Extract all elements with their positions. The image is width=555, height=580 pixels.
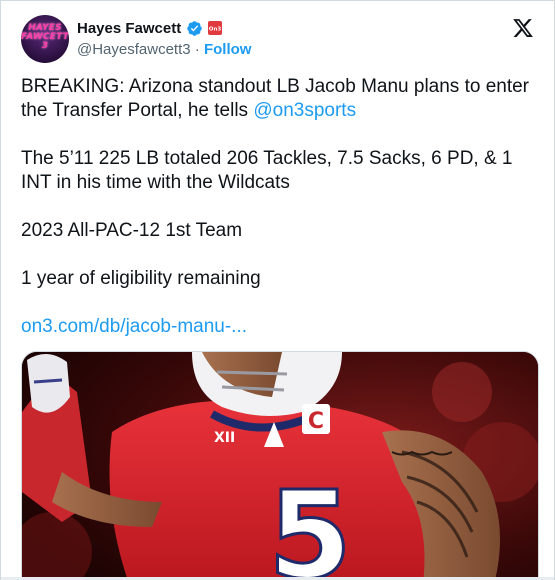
follow-button[interactable]: Follow: [204, 41, 252, 58]
jersey-number-text: 5: [268, 467, 352, 580]
tweet-card: HAYES FAWCETT 3 Hayes Fawcett On3 @Hayes…: [0, 0, 555, 580]
tweet-header: HAYES FAWCETT 3 Hayes Fawcett On3 @Hayes…: [21, 15, 538, 63]
verified-badge-icon: [187, 20, 202, 36]
tweet-paragraph-4: 1 year of eligibility remaining: [21, 268, 261, 289]
affiliation-badge-icon[interactable]: On3: [208, 21, 223, 35]
mention-link[interactable]: @on3sports: [253, 100, 356, 121]
captain-patch-text: C: [308, 409, 324, 434]
handle-row: @Hayesfawcett3 · Follow: [77, 41, 251, 58]
tweet-paragraph-3: 2023 All-PAC-12 1st Team: [21, 220, 243, 241]
svg-text:XII: XII: [214, 430, 235, 446]
avatar-line-3: 3: [41, 41, 49, 51]
tweet-media-image[interactable]: XII C 5: [21, 351, 539, 580]
tweet-paragraph-1: BREAKING: Arizona standout LB Jacob Manu…: [21, 75, 536, 123]
tweet-url-link[interactable]: on3.com/db/jacob-manu-...: [21, 316, 247, 337]
x-logo-icon[interactable]: [512, 17, 534, 39]
tweet-link-paragraph: on3.com/db/jacob-manu-...: [21, 315, 536, 339]
avatar[interactable]: HAYES FAWCETT 3: [21, 15, 69, 63]
name-row: Hayes Fawcett On3: [77, 18, 223, 38]
avatar-logo-text: HAYES FAWCETT 3: [21, 24, 69, 51]
display-name[interactable]: Hayes Fawcett: [77, 20, 181, 37]
separator-dot: ·: [194, 41, 204, 58]
svg-text:On3: On3: [209, 27, 222, 33]
handle[interactable]: @Hayesfawcett3: [77, 41, 191, 58]
tweet-paragraph-2: The 5’11 225 LB totaled 206 Tackles, 7.5…: [21, 148, 513, 193]
football-player-photo: XII C 5: [22, 352, 538, 580]
tweet-body: BREAKING: Arizona standout LB Jacob Manu…: [21, 75, 536, 363]
